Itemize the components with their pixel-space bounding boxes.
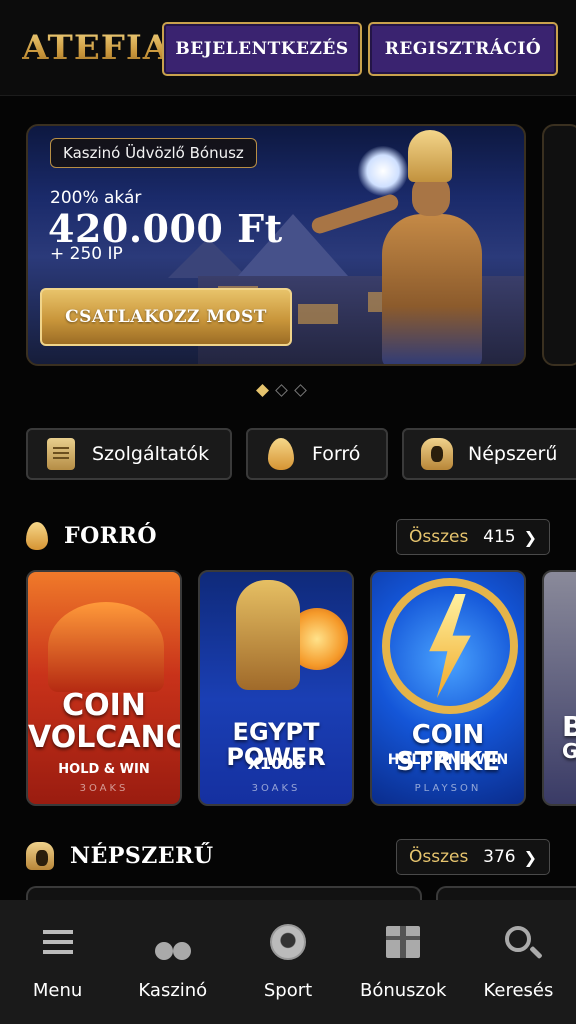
nav-label: Sport bbox=[263, 980, 313, 1001]
section-title-text: FORRÓ bbox=[64, 523, 158, 549]
welcome-bonus-badge: Kaszinó Üdvözlő Bónusz bbox=[50, 138, 257, 168]
game-tile[interactable]: EGYPT POWER X1000 3OAKS bbox=[198, 570, 354, 806]
game-provider: PLAYSON bbox=[414, 783, 482, 794]
top-header: ATEFIA BEJELENTKEZÉS REGISZTRÁCIÓ bbox=[0, 0, 576, 96]
atefia-logo[interactable]: ATEFIA bbox=[22, 24, 170, 72]
nav-bonuses[interactable]: Bónuszok bbox=[346, 900, 461, 1024]
category-label: Népszerű bbox=[468, 443, 558, 465]
game-subtitle: X1000 bbox=[247, 754, 305, 773]
chevron-right-icon: ❯ bbox=[523, 847, 537, 867]
nav-casino[interactable]: Kaszinó bbox=[115, 900, 230, 1024]
game-provider: 3OAKS bbox=[251, 783, 301, 794]
nav-search[interactable]: Keresés bbox=[461, 900, 576, 1024]
search-icon bbox=[498, 922, 538, 962]
category-label: Szolgáltatók bbox=[92, 443, 210, 465]
nav-label: Bónuszok bbox=[359, 980, 447, 1001]
chevron-right-icon: ❯ bbox=[523, 527, 537, 547]
pharaoh-icon bbox=[26, 842, 54, 870]
register-button[interactable]: REGISZTRÁCIÓ bbox=[368, 22, 558, 76]
nav-sport[interactable]: Sport bbox=[230, 900, 345, 1024]
game-count: 376 bbox=[483, 847, 516, 867]
cherry-icon bbox=[153, 922, 193, 962]
promo-banner[interactable]: Kaszinó Üdvözlő Bónusz 200% akár 420.000… bbox=[26, 124, 526, 366]
volcano-graphic bbox=[48, 602, 164, 692]
game-subtitle: HOLD & WIN bbox=[58, 762, 150, 777]
bottom-navigation: Menu Kaszinó Sport Bónuszok Keresés bbox=[0, 900, 576, 1024]
game-title: COIN STRIKE bbox=[395, 720, 501, 778]
category-hot[interactable]: Forró bbox=[246, 428, 388, 480]
game-tile-partial[interactable]: B GO bbox=[542, 570, 576, 806]
view-all-label: Összes bbox=[409, 847, 469, 867]
pharaoh-illustration bbox=[309, 126, 518, 364]
nav-menu[interactable]: Menu bbox=[0, 900, 115, 1024]
carousel-indicator bbox=[256, 384, 307, 397]
flame-icon bbox=[26, 522, 48, 550]
category-providers[interactable]: Szolgáltatók bbox=[26, 428, 232, 480]
game-title: B GO bbox=[544, 712, 576, 762]
gift-icon bbox=[383, 922, 423, 962]
game-count: 415 bbox=[483, 527, 516, 547]
view-all-hot-button[interactable]: Összes 415 ❯ bbox=[396, 519, 550, 555]
section-title-hot: FORRÓ bbox=[26, 516, 157, 556]
nav-label: Kaszinó bbox=[138, 980, 208, 1001]
carousel-dot[interactable] bbox=[294, 384, 307, 397]
soccer-ball-icon bbox=[268, 922, 308, 962]
game-tile[interactable]: COIN STRIKE HOLD AND WIN PLAYSON bbox=[370, 570, 526, 806]
section-title-text: NÉPSZERŰ bbox=[70, 843, 214, 869]
scroll-icon bbox=[44, 437, 78, 471]
game-tile[interactable]: COIN VOLCANO HOLD & WIN 3OAKS bbox=[26, 570, 182, 806]
game-title: COIN VOLCANO bbox=[28, 688, 182, 755]
nav-label: Menu bbox=[32, 980, 83, 1001]
flame-icon bbox=[264, 437, 298, 471]
next-banner-peek[interactable] bbox=[542, 124, 576, 366]
category-popular[interactable]: Népszerű bbox=[402, 428, 576, 480]
promo-extra-text: + 250 IP bbox=[50, 244, 123, 264]
carousel-dot-active[interactable] bbox=[256, 384, 269, 397]
game-provider: 3OAKS bbox=[79, 783, 129, 794]
game-subtitle: HOLD AND WIN bbox=[387, 752, 509, 768]
view-all-popular-button[interactable]: Összes 376 ❯ bbox=[396, 839, 550, 875]
carousel-dot[interactable] bbox=[275, 384, 288, 397]
pharaoh-icon bbox=[420, 437, 454, 471]
section-title-popular: NÉPSZERŰ bbox=[26, 836, 214, 876]
join-now-button[interactable]: CSATLAKOZZ MOST bbox=[40, 288, 292, 346]
promo-percent-text: 200% akár bbox=[50, 188, 142, 208]
view-all-label: Összes bbox=[409, 527, 469, 547]
category-label: Forró bbox=[312, 443, 361, 465]
login-button[interactable]: BEJELENTKEZÉS bbox=[162, 22, 362, 76]
menu-icon bbox=[38, 922, 78, 962]
nav-label: Keresés bbox=[483, 980, 554, 1001]
pharaoh-graphic bbox=[236, 580, 300, 690]
